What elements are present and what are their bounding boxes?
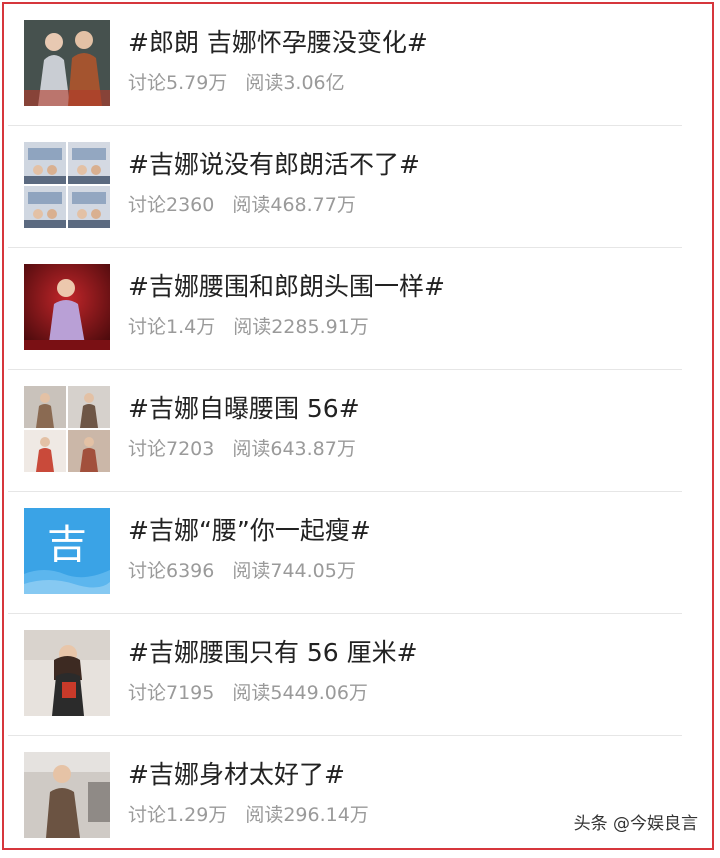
- topic-list: #郎朗 吉娜怀孕腰没变化# 讨论5.79万 阅读3.06亿 #吉娜说没有郎朗活不了…: [8, 4, 682, 858]
- topic-thumbnail: [24, 264, 110, 350]
- read-count: 阅读2285.91万: [233, 316, 369, 338]
- topic-stats: 讨论7203 阅读643.87万: [128, 436, 356, 462]
- topic-title[interactable]: #吉娜腰围只有 56 厘米#: [128, 636, 418, 670]
- topic-list-frame: #郎朗 吉娜怀孕腰没变化# 讨论5.79万 阅读3.06亿 #吉娜说没有郎朗活不了…: [2, 2, 714, 850]
- topic-item[interactable]: #吉娜腰围只有 56 厘米# 讨论7195 阅读5449.06万: [8, 614, 682, 736]
- topic-stats: 讨论5.79万 阅读3.06亿: [128, 70, 345, 96]
- topic-title[interactable]: #吉娜“腰”你一起瘦#: [128, 514, 371, 548]
- topic-thumbnail: [24, 142, 110, 228]
- topic-stats: 讨论6396 阅读744.05万: [128, 558, 356, 584]
- read-count: 阅读3.06亿: [245, 72, 345, 94]
- topic-item[interactable]: #吉娜身材太好了# 讨论1.29万 阅读296.14万: [8, 736, 682, 858]
- discussion-count: 讨论6396: [128, 560, 215, 582]
- topic-stats: 讨论1.4万 阅读2285.91万: [128, 314, 369, 340]
- read-count: 阅读468.77万: [232, 194, 356, 216]
- topic-thumbnail: [24, 752, 110, 838]
- topic-stats: 讨论7195 阅读5449.06万: [128, 680, 368, 706]
- topic-title[interactable]: #吉娜身材太好了#: [128, 758, 345, 792]
- source-watermark: 头条 @今娱良言: [573, 814, 698, 834]
- topic-item[interactable]: #吉娜说没有郎朗活不了# 讨论2360 阅读468.77万: [8, 126, 682, 248]
- topic-title[interactable]: #郎朗 吉娜怀孕腰没变化#: [128, 26, 428, 60]
- topic-item[interactable]: #吉娜腰围和郎朗头围一样# 讨论1.4万 阅读2285.91万: [8, 248, 682, 370]
- topic-item[interactable]: #吉娜自曝腰围 56# 讨论7203 阅读643.87万: [8, 370, 682, 492]
- topic-title[interactable]: #吉娜说没有郎朗活不了#: [128, 148, 420, 182]
- discussion-count: 讨论7203: [128, 438, 215, 460]
- topic-thumbnail: [24, 386, 110, 472]
- topic-stats: 讨论1.29万 阅读296.14万: [128, 802, 369, 828]
- topic-title[interactable]: #吉娜自曝腰围 56#: [128, 392, 360, 426]
- topic-thumbnail: [24, 630, 110, 716]
- topic-item[interactable]: 吉 #吉娜“腰”你一起瘦# 讨论6396 阅读744.05万: [8, 492, 682, 614]
- topic-stats: 讨论2360 阅读468.77万: [128, 192, 356, 218]
- discussion-count: 讨论7195: [128, 682, 215, 704]
- ji-logo-char: 吉: [47, 522, 87, 568]
- discussion-count: 讨论2360: [128, 194, 215, 216]
- discussion-count: 讨论1.29万: [128, 804, 228, 826]
- read-count: 阅读744.05万: [232, 560, 356, 582]
- read-count: 阅读643.87万: [232, 438, 356, 460]
- discussion-count: 讨论5.79万: [128, 72, 228, 94]
- topic-title[interactable]: #吉娜腰围和郎朗头围一样#: [128, 270, 445, 304]
- topic-item[interactable]: #郎朗 吉娜怀孕腰没变化# 讨论5.79万 阅读3.06亿: [8, 4, 682, 126]
- discussion-count: 讨论1.4万: [128, 316, 216, 338]
- ji-logo-thumbnail: 吉: [24, 508, 110, 594]
- read-count: 阅读5449.06万: [232, 682, 368, 704]
- topic-thumbnail: [24, 20, 110, 106]
- read-count: 阅读296.14万: [245, 804, 369, 826]
